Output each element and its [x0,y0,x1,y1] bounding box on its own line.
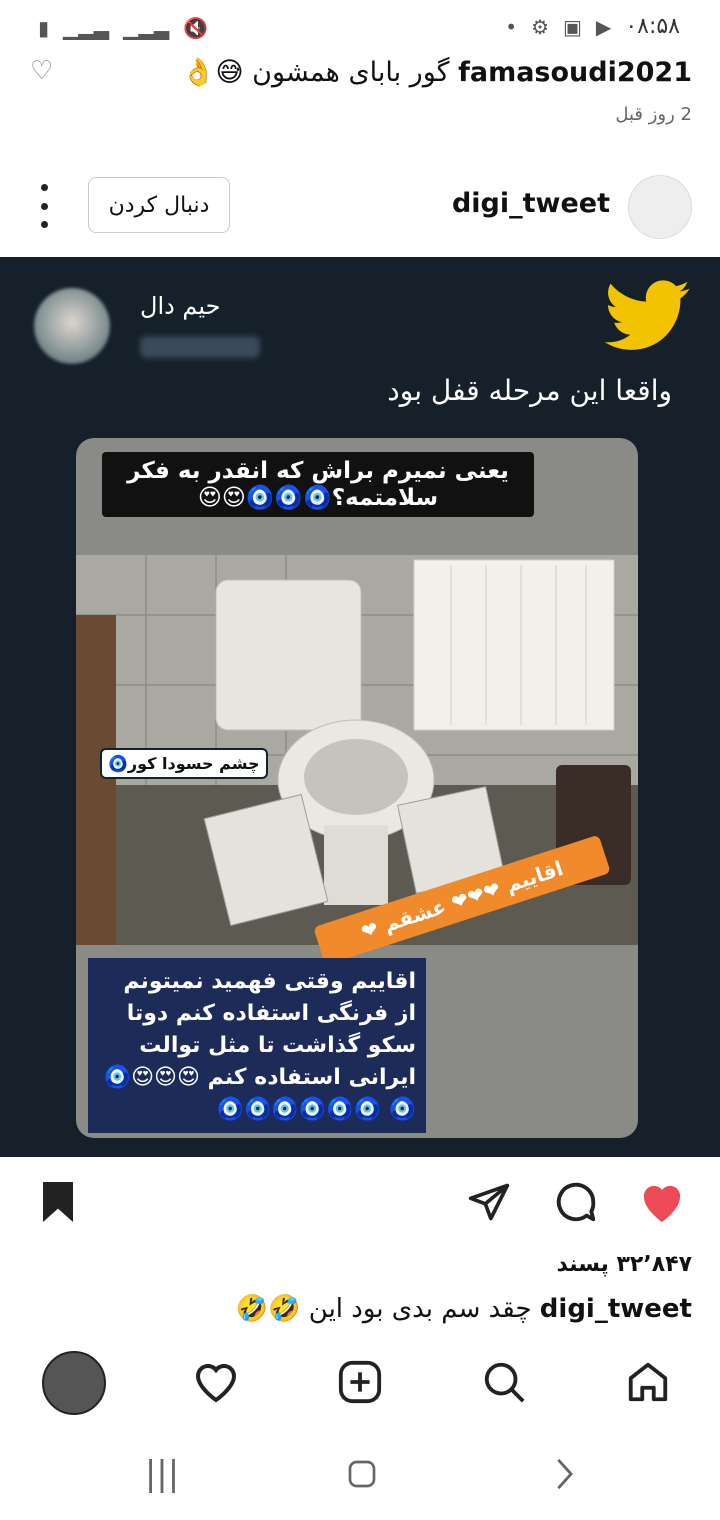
caption-username[interactable]: digi_tweet [540,1294,692,1324]
comment-like-icon[interactable]: ♡ [30,56,53,86]
mute-icon: 🔇 [183,16,209,40]
recent-apps-icon[interactable]: ||| [132,1448,192,1500]
tweet-avatar [34,288,110,364]
image-icon: ▣ [563,14,582,39]
home-icon[interactable] [618,1352,678,1412]
profile-tab-avatar[interactable] [42,1351,106,1415]
back-icon[interactable] [534,1448,594,1500]
create-plus-icon[interactable] [330,1352,390,1412]
comment-time: 2 روز قبل [615,104,692,125]
signal-icon-2: ▁▂▃ [123,16,170,40]
tweet-handle-blurred [140,336,260,358]
sim-icon: ▮ [38,16,50,40]
likes-count[interactable]: ۳۲٬۸۴۷ پسند [557,1252,693,1277]
dot-icon: • [505,14,518,39]
comment-text: گور بابای همشون 😅👌 [181,57,450,88]
more-options-icon[interactable] [34,184,54,228]
status-bar: ▮ ▁▂▃ ▁▂▃ 🔇 • ⚙ ▣ ▶ ۰۸:۵۸ [0,0,720,58]
post-caption: digi_tweet چقد سم بدی بود این 🤣🤣 [236,1294,692,1324]
image-sticker-1: چشم حسودا کور🧿 [100,748,268,779]
image-caption-top: یعنی نمیرم براش که انقدر به فکر سلامتمه؟… [102,452,534,517]
twitter-bird-icon [604,280,692,352]
share-icon[interactable] [465,1178,513,1226]
tweet-text: واقعا این مرحله قفل بود [387,374,672,407]
tweet-author-name: حیم دال [140,292,221,320]
signal-icon: ▁▂▃ [63,16,110,40]
status-icons-right: • ⚙ ▣ ▶ ۰۸:۵۸ [505,14,680,39]
follow-button[interactable]: دنبال کردن [88,177,230,233]
search-icon[interactable] [474,1352,534,1412]
like-icon[interactable] [638,1178,686,1226]
poster-avatar[interactable] [628,175,692,239]
status-icons-left: ▮ ▁▂▃ ▁▂▃ 🔇 [38,16,208,40]
caption-text: چقد سم بدی بود این 🤣🤣 [235,1294,532,1324]
bookmark-icon[interactable] [34,1178,82,1226]
comment-username[interactable]: famasoudi2021 [458,57,692,88]
activity-heart-icon[interactable] [186,1352,246,1412]
clock: ۰۸:۵۸ [625,14,680,39]
poster-username[interactable]: digi_tweet [452,188,610,219]
comment-icon[interactable] [552,1178,600,1226]
comment-line: famasoudi2021 گور بابای همشون 😅👌 [182,56,692,88]
image-caption-bottom: اقاییم وقتی فهمید نمیتونم از فرنگی استفا… [88,958,426,1134]
home-system-icon[interactable] [332,1448,392,1500]
gear-icon: ⚙ [531,14,550,39]
play-store-icon: ▶ [595,14,612,39]
